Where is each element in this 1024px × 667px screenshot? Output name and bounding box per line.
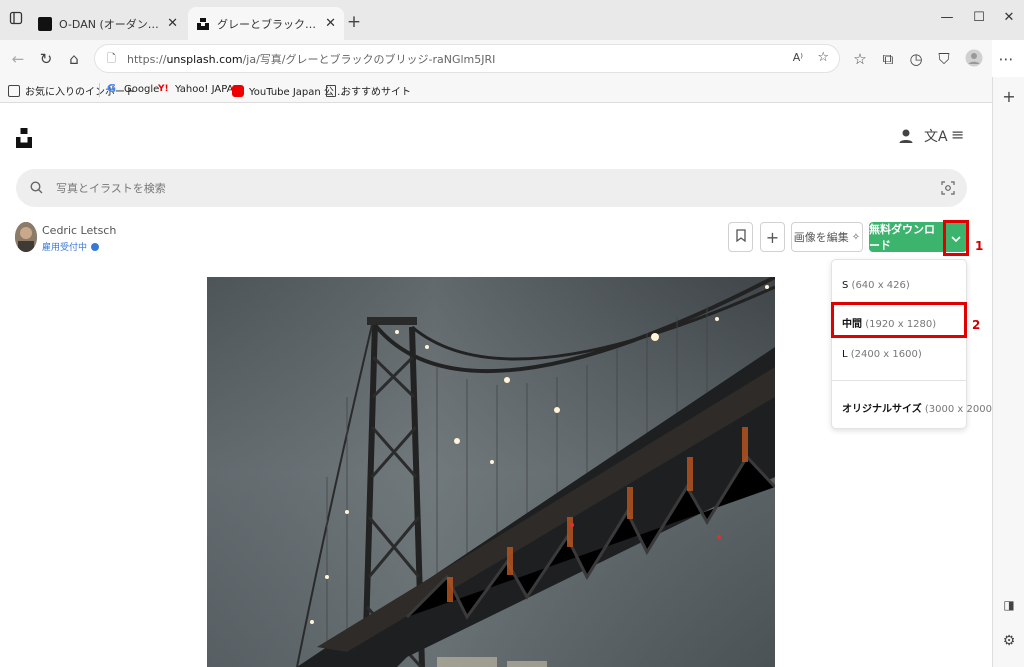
bookmarks-bar: お気に入りのインポート G Google Y! Yahoo! JAPAN You… (0, 77, 992, 103)
visual-search-icon[interactable] (941, 180, 955, 199)
plus-icon: + (765, 227, 780, 247)
add-to-collection-button[interactable]: + (760, 222, 785, 252)
bookmark-recommended[interactable]: おすすめサイト (326, 83, 411, 98)
favorite-star-icon[interactable]: ☆ (817, 50, 829, 65)
size-dimensions: (640 x 426) (851, 280, 910, 291)
author-hire-status[interactable]: 雇用受付中 (42, 240, 100, 253)
close-window-icon[interactable]: ✕ (994, 10, 1024, 25)
address-bar[interactable]: 🗋 https://unsplash.com/ja/写真/グレーとブラックのブリ… (94, 44, 840, 73)
sparkle-icon: ✧ (851, 231, 861, 243)
collections-icon[interactable]: ⧉ (878, 49, 898, 69)
close-tab-icon[interactable]: ✕ (325, 16, 336, 31)
browser-essentials-icon[interactable]: ⛉ (934, 49, 954, 69)
menu-item-original[interactable]: オリジナルサイズ (3000 x 2000) (842, 400, 992, 415)
main-photo[interactable] (207, 277, 775, 667)
size-dimensions: (3000 x 2000) (924, 404, 992, 415)
tab-odan[interactable]: O-DAN (オーダン) - 無料写真素材 ✕ (30, 7, 186, 40)
history-icon[interactable]: ◷ (906, 49, 926, 69)
back-arrow-icon[interactable]: ← (8, 49, 28, 69)
hire-status-label: 雇用受付中 (42, 243, 88, 253)
size-dimensions: (2400 x 1600) (850, 349, 922, 360)
annotation-number-2: 2 (972, 318, 981, 332)
bookmark-label: おすすめサイト (341, 87, 411, 98)
tab-actions-icon[interactable] (6, 11, 26, 31)
sidebar-rail: + ◨ ⚙ (992, 77, 1024, 667)
refresh-icon[interactable]: ↻ (36, 49, 56, 69)
url-text: https://unsplash.com/ja/写真/グレーとブラックのブリッジ… (127, 53, 496, 66)
youtube-icon (232, 84, 244, 97)
menu-item-large[interactable]: L (2400 x 1600) (842, 349, 922, 360)
tab-unsplash[interactable]: グレーとブラックのブリッジの写真 – Un ✕ (188, 7, 344, 40)
bookmark-divider (99, 83, 100, 97)
close-tab-icon[interactable]: ✕ (167, 16, 178, 31)
edit-image-button[interactable]: 画像を編集 ✧ (791, 222, 863, 252)
free-download-button[interactable]: 無料ダウンロード (869, 222, 944, 252)
add-sidebar-app-button[interactable]: + (999, 87, 1019, 107)
maximize-icon[interactable]: ☐ (964, 10, 994, 25)
odan-favicon-icon (38, 16, 52, 31)
search-bar[interactable]: 写真とイラストを検索 (16, 169, 967, 207)
unsplash-logo-icon[interactable] (16, 128, 32, 152)
tab-title: グレーとブラックのブリッジの写真 – Un (217, 17, 319, 31)
hide-sidebar-icon[interactable]: ◨ (999, 595, 1019, 615)
avatar[interactable] (15, 222, 37, 252)
gear-icon[interactable]: ⚙ (999, 631, 1019, 651)
unsplash-page: 文A ≡ 写真とイラストを検索 Cedric Letsch 雇用受付中 + 画像… (0, 104, 992, 667)
bookmark-button[interactable] (728, 222, 753, 252)
verified-badge-icon (91, 242, 100, 251)
bookmark-label: Google (124, 83, 160, 95)
bookmark-icon (735, 229, 746, 245)
page-icon (326, 84, 336, 97)
menu-divider (832, 380, 966, 381)
size-name: オリジナルサイズ (842, 404, 922, 415)
home-icon[interactable]: ⌂ (64, 49, 84, 69)
size-name: S (842, 280, 849, 291)
search-placeholder: 写真とイラストを検索 (56, 182, 166, 195)
annotation-box-2 (831, 302, 967, 338)
user-icon[interactable] (898, 128, 914, 148)
translate-icon[interactable]: 文A (924, 126, 948, 146)
unsplash-favicon-icon (196, 17, 210, 31)
import-icon (8, 84, 20, 97)
minimize-icon[interactable]: — (932, 10, 962, 25)
browser-tab-bar: O-DAN (オーダン) - 無料写真素材 ✕ グレーとブラックのブリッジの写真… (0, 0, 1024, 40)
menu-hamburger-icon[interactable]: ≡ (951, 125, 964, 144)
read-aloud-icon[interactable]: A⁾ (793, 51, 803, 64)
download-size-menu: S (640 x 426) 中間 (1920 x 1280) L (2400 x… (831, 259, 992, 429)
google-icon: G (107, 82, 117, 95)
author-name[interactable]: Cedric Letsch (42, 224, 116, 237)
annotation-box-1 (943, 220, 969, 256)
bookmark-yahoo[interactable]: Y! Yahoo! JAPAN (158, 83, 241, 95)
page-info-icon[interactable]: 🗋 (107, 50, 116, 69)
size-name: L (842, 349, 848, 360)
new-tab-button[interactable]: + (344, 12, 364, 32)
annotation-number-1: 1 (975, 239, 984, 253)
bookmark-google[interactable]: G Google (107, 83, 159, 95)
favorites-icon[interactable]: ☆ (850, 49, 870, 69)
yahoo-icon: Y! (158, 84, 169, 94)
edit-image-label: 画像を編集 (793, 231, 849, 244)
settings-more-icon[interactable]: ⋯ (996, 49, 1016, 69)
tab-title: O-DAN (オーダン) - 無料写真素材 (59, 17, 161, 31)
profile-avatar-icon[interactable] (964, 49, 984, 69)
search-icon (30, 179, 43, 198)
menu-item-small[interactable]: S (640 x 426) (842, 280, 910, 291)
browser-toolbar: ← ↻ ⌂ 🗋 https://unsplash.com/ja/写真/グレーとブ… (0, 40, 1014, 77)
